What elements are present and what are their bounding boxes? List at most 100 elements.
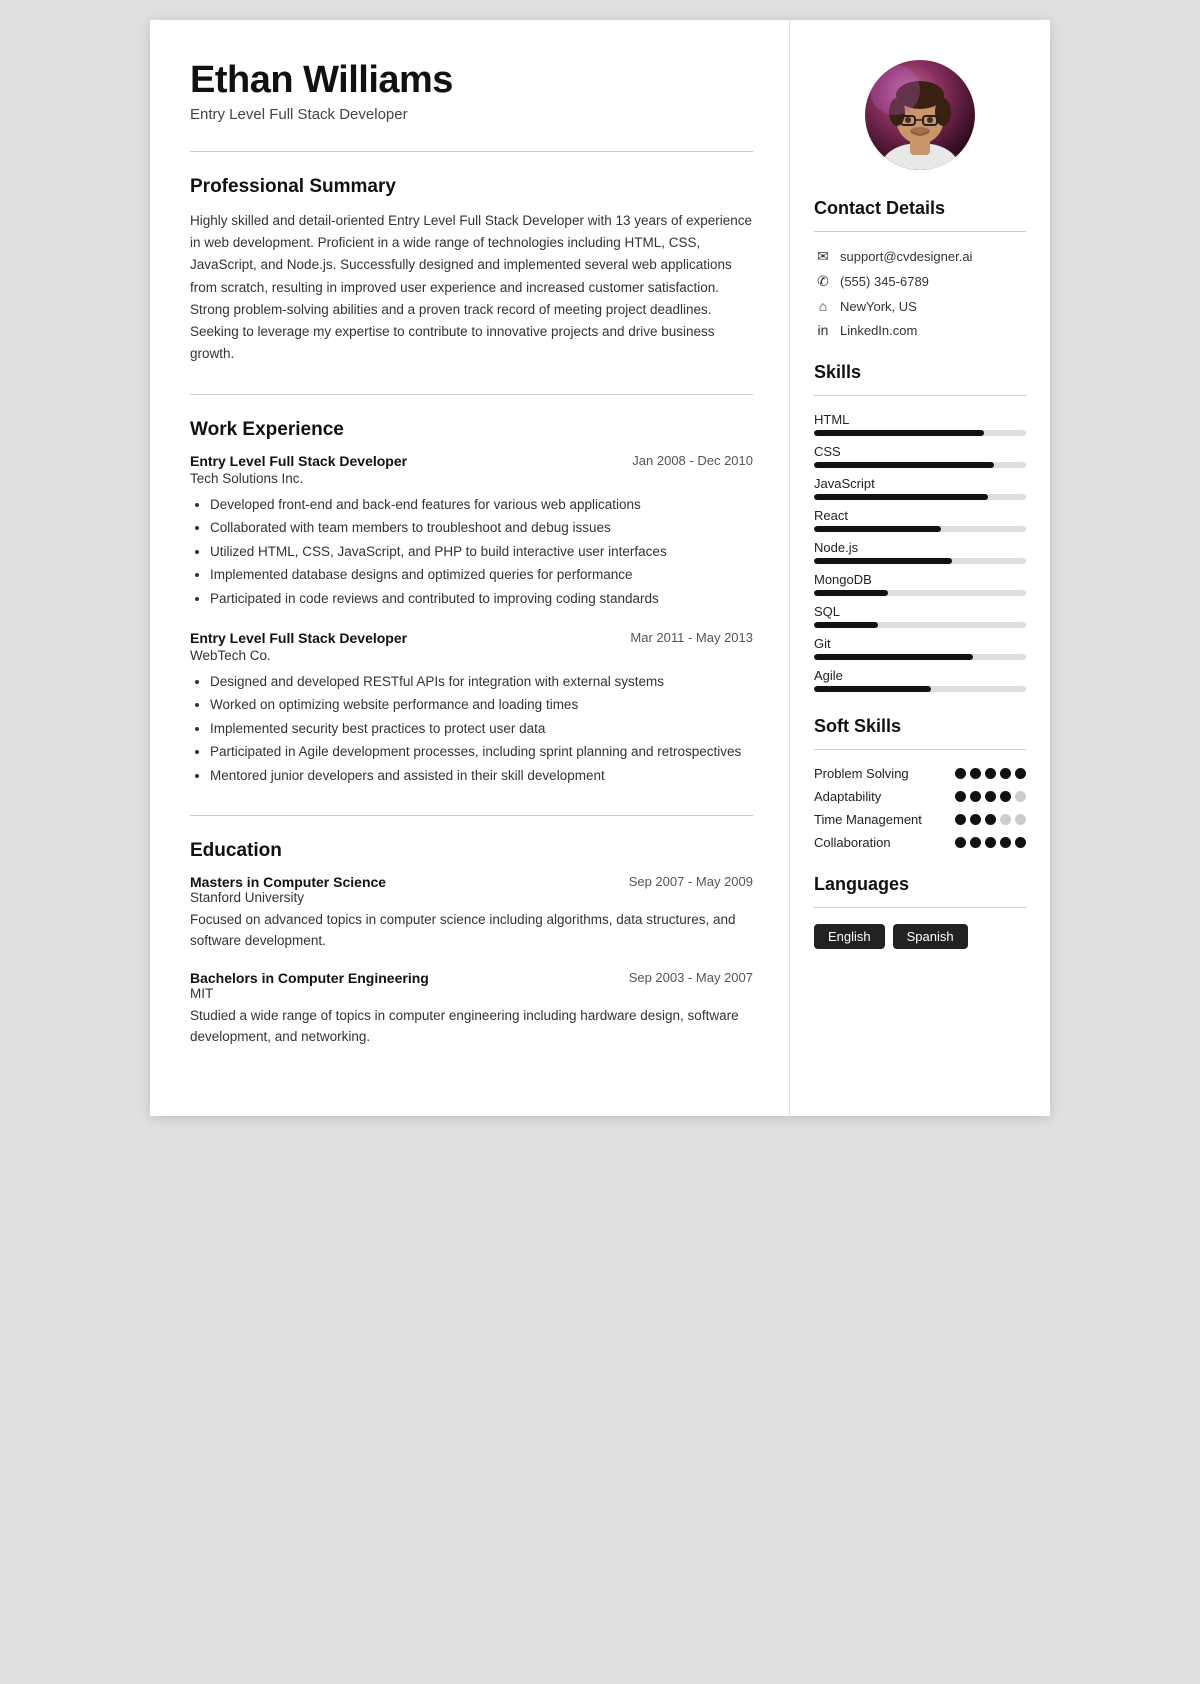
dot	[970, 814, 981, 825]
dots	[955, 791, 1026, 802]
soft-skills-section: Soft Skills Problem Solving Adaptability T…	[814, 716, 1026, 850]
contact-section: Contact Details ✉ support@cvdesigner.ai …	[814, 198, 1026, 338]
skill-bar-fill	[814, 430, 984, 436]
language-tag: English	[814, 924, 885, 949]
skill-row: Git	[814, 636, 1026, 660]
dot	[1000, 791, 1011, 802]
skills-divider	[814, 395, 1026, 396]
dot	[985, 837, 996, 848]
edu-1-school: Stanford University	[190, 890, 753, 905]
skill-bar-fill	[814, 622, 878, 628]
list-item: Collaborated with team members to troubl…	[210, 517, 753, 539]
skill-bar-bg	[814, 430, 1026, 436]
email-value: support@cvdesigner.ai	[840, 249, 972, 264]
edu-2-desc: Studied a wide range of topics in comput…	[190, 1005, 753, 1048]
work-divider	[190, 815, 753, 816]
location-value: NewYork, US	[840, 299, 917, 314]
job-1-date: Jan 2008 - Dec 2010	[632, 453, 753, 468]
soft-skill-name: Problem Solving	[814, 766, 909, 781]
dot	[1000, 814, 1011, 825]
soft-skill-name: Adaptability	[814, 789, 881, 804]
skill-bar-fill	[814, 526, 941, 532]
skill-name: Node.js	[814, 540, 1026, 555]
skill-row: Agile	[814, 668, 1026, 692]
job-1-bullets: Developed front-end and back-end feature…	[190, 494, 753, 610]
candidate-name: Ethan Williams	[190, 60, 753, 102]
dot	[1015, 814, 1026, 825]
location-icon: ⌂	[814, 298, 832, 314]
education-section: Education Masters in Computer Science Se…	[190, 840, 753, 1048]
list-item: Utilized HTML, CSS, JavaScript, and PHP …	[210, 541, 753, 563]
languages-divider	[814, 907, 1026, 908]
edu-1-degree: Masters in Computer Science	[190, 874, 386, 890]
contact-linkedin: in LinkedIn.com	[814, 322, 1026, 338]
languages-container: English Spanish	[814, 924, 1026, 949]
edu-2-school: MIT	[190, 986, 753, 1001]
dot	[955, 814, 966, 825]
skill-bar-bg	[814, 526, 1026, 532]
soft-skill-row: Adaptability	[814, 789, 1026, 804]
header-section: Ethan Williams Entry Level Full Stack De…	[190, 60, 753, 123]
dots	[955, 814, 1026, 825]
skill-bar-fill	[814, 590, 888, 596]
dots	[955, 837, 1026, 848]
list-item: Designed and developed RESTful APIs for …	[210, 671, 753, 693]
skill-row: SQL	[814, 604, 1026, 628]
job-1-company: Tech Solutions Inc.	[190, 471, 753, 486]
resume-container: Ethan Williams Entry Level Full Stack De…	[150, 20, 1050, 1116]
skill-bar-fill	[814, 494, 988, 500]
header-divider	[190, 151, 753, 152]
dot	[985, 768, 996, 779]
job-1: Entry Level Full Stack Developer Jan 200…	[190, 453, 753, 610]
skills-container: HTML CSS JavaScript React Node.js	[814, 412, 1026, 692]
dot	[1000, 768, 1011, 779]
soft-skills-divider	[814, 749, 1026, 750]
skills-title: Skills	[814, 362, 1026, 383]
dot	[955, 768, 966, 779]
soft-skills-title: Soft Skills	[814, 716, 1026, 737]
dot	[985, 814, 996, 825]
job-1-title: Entry Level Full Stack Developer	[190, 453, 407, 469]
list-item: Implemented database designs and optimiz…	[210, 564, 753, 586]
dots	[955, 768, 1026, 779]
skill-bar-fill	[814, 654, 973, 660]
dot	[1000, 837, 1011, 848]
dot	[970, 837, 981, 848]
edu-1: Masters in Computer Science Sep 2007 - M…	[190, 874, 753, 952]
skill-row: React	[814, 508, 1026, 532]
contact-email: ✉ support@cvdesigner.ai	[814, 248, 1026, 265]
dot	[955, 837, 966, 848]
summary-text: Highly skilled and detail-oriented Entry…	[190, 210, 753, 366]
skill-bar-bg	[814, 622, 1026, 628]
job-2-company: WebTech Co.	[190, 648, 753, 663]
dot	[985, 791, 996, 802]
skill-bar-fill	[814, 686, 931, 692]
edu-1-desc: Focused on advanced topics in computer s…	[190, 909, 753, 952]
linkedin-value: LinkedIn.com	[840, 323, 917, 338]
skill-name: Git	[814, 636, 1026, 651]
contact-title: Contact Details	[814, 198, 1026, 219]
skill-bar-fill	[814, 462, 994, 468]
soft-skill-name: Collaboration	[814, 835, 891, 850]
edu-2-date: Sep 2003 - May 2007	[629, 970, 753, 985]
skill-bar-bg	[814, 654, 1026, 660]
soft-skill-name: Time Management	[814, 812, 922, 827]
contact-phone: ✆ (555) 345-6789	[814, 273, 1026, 290]
list-item: Worked on optimizing website performance…	[210, 694, 753, 716]
skill-bar-fill	[814, 558, 952, 564]
skill-name: Agile	[814, 668, 1026, 683]
skill-row: JavaScript	[814, 476, 1026, 500]
work-experience-title: Work Experience	[190, 419, 753, 441]
job-2-date: Mar 2011 - May 2013	[630, 630, 753, 645]
summary-title: Professional Summary	[190, 176, 753, 198]
work-experience-section: Work Experience Entry Level Full Stack D…	[190, 419, 753, 787]
dot	[970, 791, 981, 802]
languages-section: Languages EnglishSpanish	[814, 874, 1026, 949]
job-2-header: Entry Level Full Stack Developer Mar 201…	[190, 630, 753, 646]
edu-2-degree: Bachelors in Computer Engineering	[190, 970, 429, 986]
dot	[1015, 837, 1026, 848]
language-tag: Spanish	[893, 924, 968, 949]
contact-divider	[814, 231, 1026, 232]
job-2-title: Entry Level Full Stack Developer	[190, 630, 407, 646]
job-2: Entry Level Full Stack Developer Mar 201…	[190, 630, 753, 787]
